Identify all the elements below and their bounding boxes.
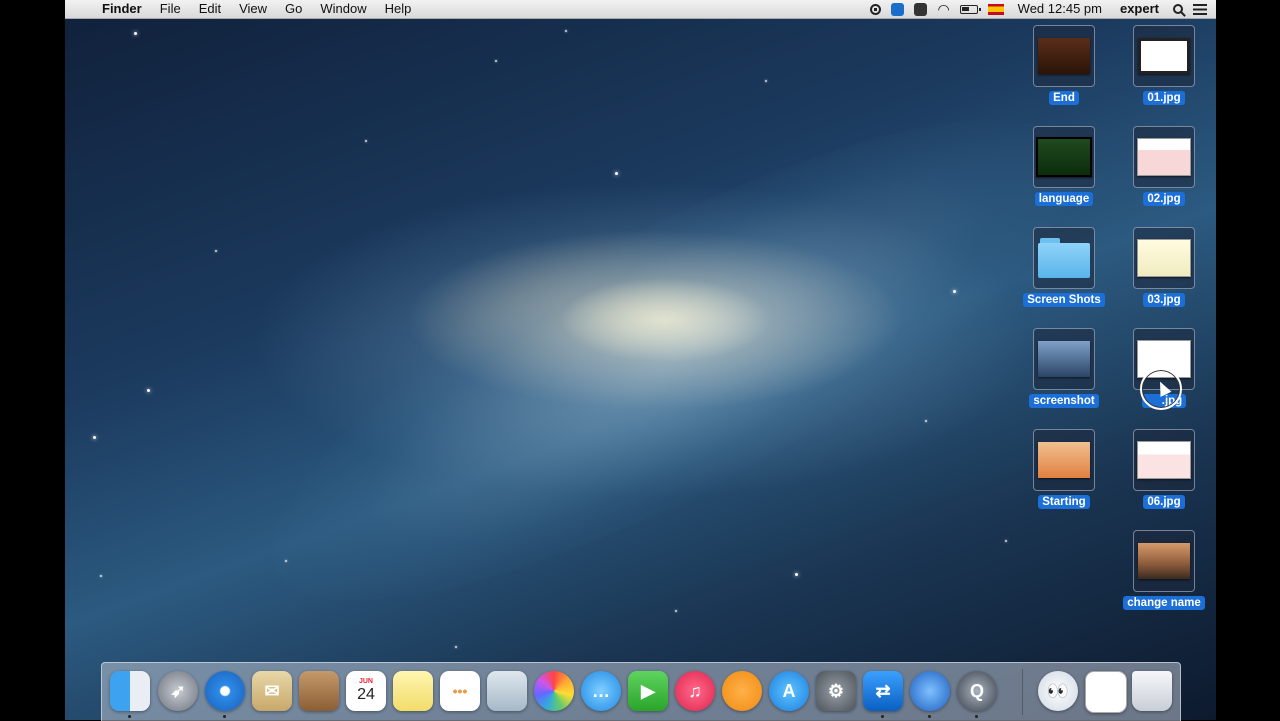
- record-icon[interactable]: [865, 3, 886, 15]
- status-area: ◠ Wed 12:45 pm expert: [865, 0, 1216, 18]
- desktop-icon-screen-shots[interactable]: Screen Shots: [1014, 227, 1114, 308]
- system-preferences-icon[interactable]: ⚙: [816, 671, 856, 711]
- spotlight-search-icon[interactable]: [1168, 4, 1188, 14]
- photos-icon[interactable]: [534, 671, 574, 711]
- b-app-icon[interactable]: [909, 2, 932, 16]
- desktop-icon-label: screenshot: [1029, 394, 1099, 408]
- app-store-icon[interactable]: A: [769, 671, 809, 711]
- clock[interactable]: Wed 12:45 pm: [1009, 0, 1111, 18]
- desktop-icon-label: 06.jpg: [1143, 495, 1185, 509]
- desktop-icon-change-name[interactable]: change name: [1114, 530, 1214, 611]
- menu-bar: Finder File Edit View Go Window Help ◠ W…: [65, 0, 1216, 19]
- openoffice-icon[interactable]: [910, 671, 950, 711]
- calendar-month: JUN: [358, 678, 373, 685]
- calendar-icon[interactable]: JUN 24: [346, 671, 386, 711]
- image-thumbnail: [1137, 441, 1191, 479]
- desktop-icon-03-jpg[interactable]: 03.jpg: [1114, 227, 1214, 308]
- menu-help[interactable]: Help: [376, 0, 421, 18]
- image-thumbnail: [1038, 442, 1090, 478]
- battery-icon[interactable]: [955, 4, 983, 14]
- menu-view[interactable]: View: [230, 0, 276, 18]
- image-thumbnail: [1137, 239, 1191, 277]
- teamviewer-icon[interactable]: [886, 2, 909, 16]
- safari-icon[interactable]: [205, 671, 245, 711]
- menu-window[interactable]: Window: [311, 0, 375, 18]
- galaxy-wallpaper-graphic: [216, 33, 1134, 687]
- messages-icon[interactable]: …: [581, 671, 621, 711]
- image-thumbnail: [1138, 543, 1190, 579]
- desktop-icon-01-jpg[interactable]: 01.jpg: [1114, 25, 1214, 106]
- menu-go[interactable]: Go: [276, 0, 311, 18]
- desktop-icon-label: language: [1034, 192, 1094, 206]
- menu-app-name[interactable]: Finder: [93, 0, 151, 18]
- image-thumbnail: [1036, 137, 1092, 177]
- desktop-icon-label: 03.jpg: [1143, 293, 1185, 307]
- image-thumbnail: [1137, 138, 1191, 176]
- image-thumbnail: [1138, 38, 1190, 74]
- desktop-icon-label: change name: [1123, 596, 1205, 610]
- teamviewer-dock-icon[interactable]: ⇄: [863, 671, 903, 711]
- facetime-icon[interactable]: ▶: [628, 671, 668, 711]
- downloads-stack-icon[interactable]: [1085, 671, 1127, 713]
- finder-icon[interactable]: [110, 671, 150, 711]
- mail-icon[interactable]: ✉: [252, 671, 292, 711]
- quicktime-icon[interactable]: Q: [957, 671, 997, 711]
- folder-icon: [1038, 238, 1090, 278]
- desktop-icon-label: 02.jpg: [1143, 192, 1185, 206]
- dock: ➶ ✉ JUN 24 ••• … ▶ ♫ A ⚙ ⇄ Q 👀: [101, 662, 1181, 721]
- menu-file[interactable]: File: [151, 0, 190, 18]
- notification-center-icon[interactable]: [1188, 3, 1216, 15]
- image-thumbnail: [1038, 38, 1090, 74]
- desktop-icon-language[interactable]: language: [1014, 126, 1114, 207]
- desktop-icon-label: End: [1049, 91, 1079, 105]
- trash-icon[interactable]: [1132, 671, 1172, 711]
- desktop-icon-label: Screen Shots: [1023, 293, 1105, 307]
- desktop-icon-screenshot[interactable]: screenshot: [1014, 328, 1114, 409]
- desktop-icon-label: Starting: [1038, 495, 1090, 509]
- dock-separator: [1022, 669, 1023, 715]
- reminders-icon[interactable]: •••: [440, 671, 480, 711]
- desktop-icon-end[interactable]: End: [1014, 25, 1114, 106]
- preview-icon[interactable]: [487, 671, 527, 711]
- wifi-icon[interactable]: ◠: [932, 2, 954, 16]
- launchpad-icon[interactable]: ➶: [158, 671, 198, 711]
- desktop-icon-starting[interactable]: Starting: [1014, 429, 1114, 510]
- ibooks-icon[interactable]: [722, 671, 762, 711]
- desktop-icon-02-jpg[interactable]: 02.jpg: [1114, 126, 1214, 207]
- itunes-icon[interactable]: ♫: [675, 671, 715, 711]
- contacts-icon[interactable]: [299, 671, 339, 711]
- calendar-day: 24: [357, 686, 375, 703]
- image-thumbnail: [1038, 341, 1090, 377]
- desktop-icon-label: 01.jpg: [1143, 91, 1185, 105]
- desktop-icon-06-jpg[interactable]: 06.jpg: [1114, 429, 1214, 510]
- finder-folder-icon[interactable]: 👀: [1038, 671, 1078, 711]
- user-name[interactable]: expert: [1111, 0, 1168, 18]
- menu-edit[interactable]: Edit: [190, 0, 230, 18]
- spain-flag-icon[interactable]: [983, 3, 1009, 15]
- notes-icon[interactable]: [393, 671, 433, 711]
